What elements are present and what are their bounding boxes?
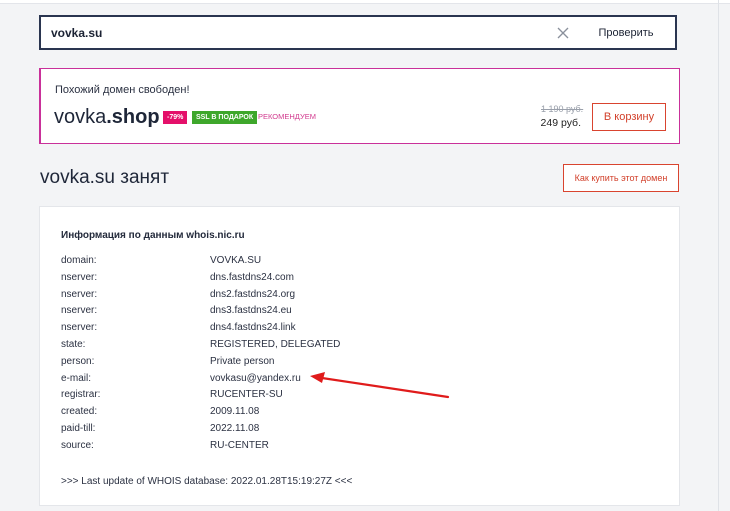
whois-value: dns3.fastdns24.eu [210,305,292,317]
whois-key: created: [61,406,98,418]
domain-search-form: Проверить [39,15,679,50]
whois-key: nserver: [61,271,98,283]
arrow-annotation-icon [310,372,450,399]
whois-value: 2009.11.08 [210,406,260,418]
domain-search-input[interactable] [51,18,531,47]
whois-heading: Информация по данным whois.nic.ru [61,230,245,241]
offer-domain-name: vovka [54,106,107,128]
whois-value: VOVKA.SU [210,255,262,266]
offer-domain: vovka.shop [54,106,160,129]
whois-key: source: [61,439,94,451]
new-price: 249 руб. [540,117,581,129]
whois-value: RU-CENTER [210,439,269,451]
search-box [39,15,578,50]
discount-badge: -79% [163,111,188,124]
whois-value: 2022.11.08 [210,423,260,434]
whois-key: registrar: [61,389,101,401]
close-icon[interactable] [556,26,570,40]
whois-value: Private person [210,355,275,367]
whois-value: dns2.fastdns24.org [210,288,296,300]
similar-domain-offer: Похожий домен свободен! vovka.shop -79% … [39,68,680,144]
whois-key: nserver: [61,288,98,300]
whois-key: domain: [61,255,97,266]
whois-value: vovkasu@yandex.ru [210,372,301,384]
whois-footer: >>> Last update of WHOIS database: 2022.… [61,476,353,487]
whois-value: dns.fastdns24.com [210,271,294,283]
add-to-cart-button[interactable]: В корзину [592,103,666,131]
recommended-label: РЕКОМЕНДУЕМ [258,112,316,121]
whois-key: person: [61,355,95,367]
whois-key: state: [61,339,86,350]
whois-key: e-mail: [61,372,92,384]
whois-info-card: Информация по данным whois.nic.ru domain… [39,206,680,506]
ssl-gift-badge: SSL В ПОДАРОК [192,111,258,124]
scroll-edge [718,0,719,511]
whois-key: nserver: [61,305,98,317]
old-price: 1 190 руб. [541,104,584,114]
whois-value: REGISTERED, DELEGATED [210,339,341,350]
whois-key: paid-till: [61,423,96,434]
whois-value: dns4.fastdns24.link [210,322,296,334]
domain-status-title: vovka.su занят [40,167,170,188]
check-button[interactable]: Проверить [576,15,677,50]
top-bar [0,0,730,4]
offer-domain-tld: .shop [106,106,160,128]
whois-key: nserver: [61,322,98,334]
whois-value: RUCENTER-SU [210,389,283,401]
how-to-buy-button[interactable]: Как купить этот домен [563,164,679,192]
offer-title: Похожий домен свободен! [55,84,190,96]
